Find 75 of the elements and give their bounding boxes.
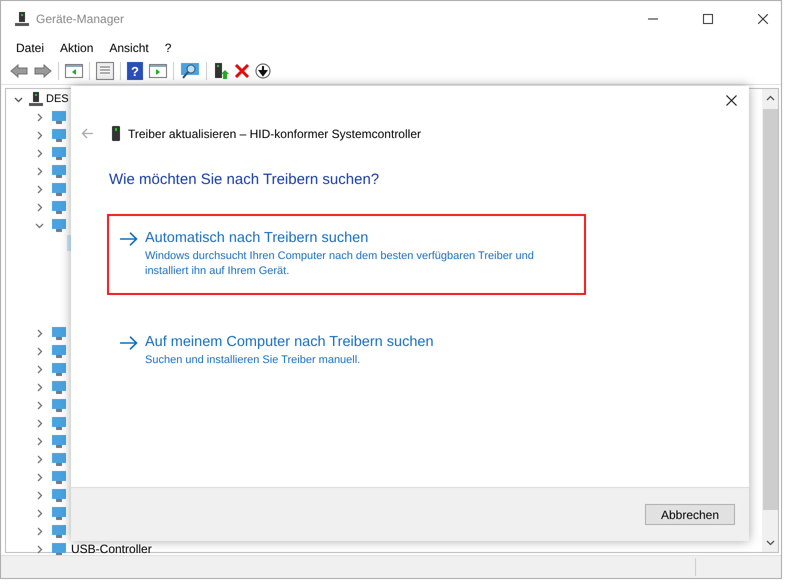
dialog-title: Treiber aktualisieren – HID-konformer Systemcontroller	[128, 126, 421, 140]
option-link[interactable]: Automatisch nach Treibern suchen Windows durchsucht Ihren Computer nach dem besten verfügbaren Treiber und installiert ihn auf Ihrem Gerät.	[107, 214, 586, 295]
chevron-right-icon[interactable]	[35, 148, 44, 158]
device-icon	[51, 343, 67, 359]
chevron-right-icon[interactable]	[35, 328, 44, 338]
chevron-right-icon[interactable]	[35, 544, 44, 554]
device-icon	[51, 163, 67, 179]
chevron-down-icon[interactable]	[35, 220, 44, 230]
option-link[interactable]: Auf meinem Computer nach Treibern suchen Suchen und installieren Sie Treiber manuell.	[107, 318, 586, 384]
device-icon	[51, 199, 67, 215]
chevron-right-icon[interactable]	[35, 184, 44, 194]
device-icon	[51, 487, 67, 503]
device-icon	[51, 217, 67, 233]
device-icon	[51, 451, 67, 467]
device-icon	[51, 523, 67, 539]
device-icon	[51, 541, 67, 557]
chevron-right-icon[interactable]	[35, 382, 44, 392]
chevron-right-icon[interactable]	[35, 526, 44, 536]
device-icon	[51, 127, 67, 143]
computer-tower-icon	[112, 126, 120, 141]
device-icon	[51, 469, 67, 485]
chevron-right-icon[interactable]	[35, 508, 44, 518]
help-icon[interactable]: ?	[127, 62, 143, 80]
cancel-button[interactable]: Abbrechen	[645, 504, 735, 525]
device-icon	[51, 325, 67, 341]
pane-icon[interactable]	[65, 63, 83, 79]
device-icon	[51, 181, 67, 197]
chevron-right-icon[interactable]	[35, 454, 44, 464]
device-icon	[51, 145, 67, 161]
chevron-right-icon[interactable]	[35, 166, 44, 176]
device-icon	[51, 379, 67, 395]
chevron-right-icon[interactable]	[35, 436, 44, 446]
chevron-right-icon[interactable]	[35, 202, 44, 212]
device-icon	[51, 397, 67, 413]
chevron-right-icon[interactable]	[35, 418, 44, 428]
device-icon	[51, 361, 67, 377]
close-icon[interactable]	[758, 14, 768, 24]
scroll-up-icon[interactable]	[766, 95, 774, 101]
download-circle-icon[interactable]	[255, 63, 271, 79]
close-icon[interactable]	[726, 95, 737, 106]
forward-arrow-icon[interactable]	[34, 64, 52, 78]
back-arrow-icon[interactable]	[81, 128, 94, 139]
arrow-right-icon	[120, 232, 138, 246]
scroll-down-icon[interactable]	[766, 540, 774, 546]
back-arrow-icon[interactable]	[10, 64, 28, 78]
device-icon	[51, 415, 67, 431]
monitor-search-icon[interactable]	[180, 62, 200, 80]
chevron-right-icon[interactable]	[35, 490, 44, 500]
menu-item[interactable]: Datei	[8, 40, 52, 54]
device-icon	[51, 109, 67, 125]
computer-tower-icon	[14, 11, 30, 27]
chevron-right-icon[interactable]	[35, 112, 44, 122]
chevron-down-icon[interactable]	[14, 94, 23, 104]
menu-item[interactable]: ?	[156, 40, 180, 54]
device-icon	[51, 505, 67, 521]
scrollbar-thumb[interactable]	[762, 109, 778, 510]
x-mark-icon[interactable]	[235, 64, 249, 78]
pane-icon[interactable]	[149, 63, 167, 79]
menu-item[interactable]: Ansicht	[101, 40, 157, 54]
menu-item[interactable]: Aktion	[52, 40, 102, 54]
maximize-icon[interactable]	[703, 14, 713, 24]
arrow-right-icon	[120, 336, 138, 350]
chevron-right-icon[interactable]	[35, 400, 44, 410]
tree-item[interactable]: USB-Controller	[71, 542, 152, 556]
chevron-right-icon[interactable]	[35, 472, 44, 482]
properties-icon[interactable]	[96, 62, 114, 80]
dialog-heading: Wie möchten Sie nach Treibern suchen?	[109, 171, 380, 188]
driver-update-icon[interactable]	[213, 62, 229, 80]
window-title: Geräte-Manager	[36, 12, 124, 26]
computer-tower-icon	[28, 91, 44, 107]
chevron-right-icon[interactable]	[35, 346, 44, 356]
device-icon	[51, 433, 67, 449]
tree-item[interactable]: DES	[46, 93, 69, 105]
chevron-right-icon[interactable]	[35, 130, 44, 140]
chevron-right-icon[interactable]	[35, 364, 44, 374]
